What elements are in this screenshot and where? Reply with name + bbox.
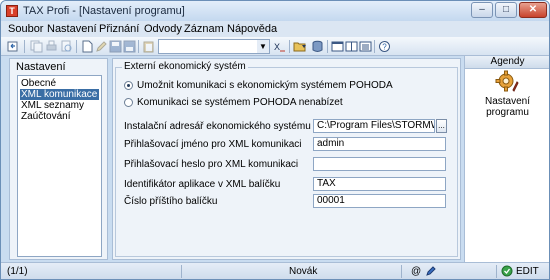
- login-name-label: Přihlašovací jméno pro XML komunikaci: [124, 139, 302, 150]
- back-icon[interactable]: [7, 40, 20, 53]
- toolbar-combo[interactable]: ▼: [158, 39, 270, 54]
- list-item-obecne[interactable]: Obecné: [20, 78, 99, 89]
- close-button[interactable]: ✕: [519, 2, 547, 18]
- toolbar-separator: [138, 40, 139, 53]
- main-panel: Externí ekonomický systém Umožnit komuni…: [112, 58, 461, 260]
- database-icon[interactable]: [311, 40, 324, 53]
- menu-nastaveni[interactable]: Nastavení: [47, 23, 97, 35]
- toolbar: ▼ X ?: [1, 37, 549, 56]
- status-separator: [496, 265, 497, 278]
- agenda-panel: Agendy Nastavení programu: [464, 56, 549, 262]
- copy-icon[interactable]: [30, 40, 43, 53]
- pencil-icon: [426, 266, 436, 276]
- toolbar-separator: [327, 40, 328, 53]
- window-list-icon[interactable]: [359, 40, 372, 53]
- next-package-field[interactable]: 00001: [313, 194, 446, 208]
- agenda-item-nastaveni-programu[interactable]: Nastavení programu: [465, 96, 549, 118]
- menu-napoveda[interactable]: Nápověda: [227, 23, 277, 35]
- radio-label: Umožnit komunikaci s ekonomickým systéme…: [137, 80, 393, 91]
- toolbar-separator: [24, 40, 25, 53]
- next-package-label: Číslo příštího balíčku: [124, 196, 218, 207]
- login-password-field[interactable]: [313, 157, 446, 171]
- edit-icon[interactable]: [95, 40, 108, 53]
- status-user: Novák: [289, 266, 318, 277]
- edit-mode-indicator: EDIT: [516, 266, 539, 277]
- settings-list[interactable]: Obecné XML komunikace XML seznamy Zaúčto…: [17, 75, 102, 257]
- print-icon[interactable]: [45, 40, 58, 53]
- radio-button[interactable]: [124, 98, 133, 107]
- paste-icon[interactable]: [142, 40, 155, 53]
- help-icon[interactable]: ?: [378, 40, 391, 53]
- agenda-header: Agendy: [465, 56, 549, 69]
- check-icon: [501, 265, 513, 277]
- login-name-field[interactable]: admin: [313, 137, 446, 151]
- radio-label: Komunikaci se systémem POHODA nenabízet: [137, 97, 343, 108]
- radio-enable-pohoda[interactable]: Umožnit komunikaci s ekonomickým systéme…: [124, 80, 444, 92]
- chevron-down-icon[interactable]: [301, 40, 307, 53]
- record-counter: (1/1): [7, 266, 28, 277]
- external-system-group: Externí ekonomický systém Umožnit komuni…: [115, 61, 458, 257]
- window-split-icon[interactable]: [345, 40, 358, 53]
- svg-text:X: X: [274, 42, 280, 52]
- status-bar: (1/1) Novák @ EDIT: [1, 262, 549, 279]
- toolbar-separator: [289, 40, 290, 53]
- title-bar[interactable]: T TAX Profi - [Nastavení programu] – □ ✕: [1, 1, 549, 21]
- settings-panel: Nastavení Obecné XML komunikace XML sezn…: [9, 58, 108, 260]
- print-preview-icon[interactable]: [60, 40, 73, 53]
- login-password-label: Přihlašovací heslo pro XML komunikaci: [124, 159, 299, 170]
- window-title: TAX Profi - [Nastavení programu]: [23, 5, 185, 17]
- list-item-zauctovani[interactable]: Zaúčtování: [20, 111, 99, 122]
- save-icon[interactable]: [109, 40, 122, 53]
- app-window: T TAX Profi - [Nastavení programu] – □ ✕…: [0, 0, 550, 280]
- toolbar-separator: [76, 40, 77, 53]
- group-title: Externí ekonomický systém: [122, 61, 248, 72]
- radio-disable-pohoda[interactable]: Komunikaci se systémem POHODA nenabízet: [124, 97, 444, 109]
- status-separator: [181, 265, 182, 278]
- app-icon: T: [6, 5, 18, 17]
- toolbar-separator: [374, 40, 375, 53]
- minimize-button[interactable]: –: [471, 2, 493, 18]
- menu-bar: Soubor Nastavení Přiznání Odvody Záznam …: [1, 21, 549, 37]
- settings-gear-icon[interactable]: [495, 70, 519, 92]
- list-item-xml-komunikace[interactable]: XML komunikace: [20, 89, 99, 100]
- svg-text:?: ?: [382, 43, 387, 52]
- settings-panel-header: Nastavení: [16, 61, 66, 73]
- format-icon[interactable]: X: [273, 40, 286, 53]
- menu-odvody[interactable]: Odvody: [144, 23, 182, 35]
- app-identifier-label: Identifikátor aplikace v XML balíčku: [124, 179, 281, 190]
- chevron-down-icon[interactable]: ▼: [257, 40, 269, 53]
- list-item-xml-seznamy[interactable]: XML seznamy: [20, 100, 99, 111]
- menu-soubor[interactable]: Soubor: [8, 23, 43, 35]
- install-dir-field[interactable]: C:\Program Files\STORMWARE\Poho: [313, 119, 435, 133]
- status-separator: [401, 265, 402, 278]
- browse-button[interactable]: ...: [436, 119, 447, 133]
- app-identifier-field[interactable]: TAX: [313, 177, 446, 191]
- radio-button-checked[interactable]: [124, 81, 133, 90]
- new-document-icon[interactable]: [81, 40, 94, 53]
- menu-priznani[interactable]: Přiznání: [99, 23, 139, 35]
- maximize-button[interactable]: □: [495, 2, 517, 18]
- save-all-icon[interactable]: [123, 40, 136, 53]
- at-sign-icon: @: [411, 266, 422, 277]
- menu-zaznam[interactable]: Záznam: [184, 23, 224, 35]
- window-icon[interactable]: [331, 40, 344, 53]
